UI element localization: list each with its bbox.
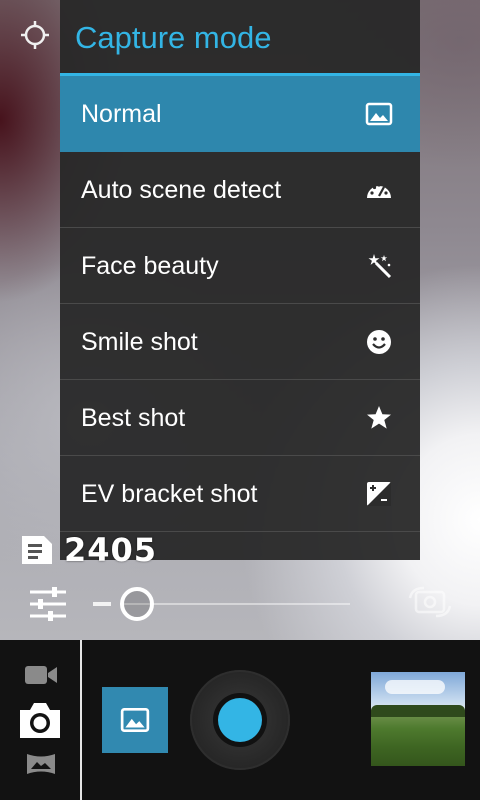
switch-camera-icon[interactable] <box>406 584 454 620</box>
smiley-icon <box>367 330 391 354</box>
menu-item-face-beauty[interactable]: Face beauty <box>60 228 420 304</box>
shutter-dot <box>218 698 262 742</box>
menu-item-label: Auto scene detect <box>81 176 282 204</box>
zoom-minus-icon[interactable] <box>93 602 111 606</box>
focus-crosshair-icon[interactable] <box>20 20 50 50</box>
menu-item-normal[interactable]: Normal <box>60 76 420 152</box>
menu-item-auto-scene-detect[interactable]: Auto scene detect <box>60 152 420 228</box>
landscape-icon <box>120 707 150 733</box>
magic-wand-icon <box>368 254 392 279</box>
thumbnail-cloud <box>385 680 445 694</box>
last-photo-thumbnail[interactable] <box>371 672 465 766</box>
speedometer-icon <box>367 183 391 198</box>
star-icon <box>367 406 391 429</box>
exposure-icon <box>367 482 391 506</box>
menu-item-best-shot[interactable]: Best shot <box>60 380 420 456</box>
camera-icon[interactable] <box>16 700 64 740</box>
sd-card-icon <box>22 536 52 564</box>
menu-title: Capture mode <box>60 0 420 76</box>
panorama-icon[interactable] <box>26 752 56 776</box>
zoom-slider-knob[interactable] <box>120 587 154 621</box>
menu-item-label: Face beauty <box>81 252 219 280</box>
camera-control-bar <box>0 640 480 800</box>
menu-item-ev-bracket-shot[interactable]: EV bracket shot <box>60 456 420 532</box>
remaining-shots: 2405 <box>20 531 158 569</box>
menu-item-smile-shot[interactable]: Smile shot <box>60 304 420 380</box>
zoom-slider-track[interactable] <box>120 603 350 605</box>
remaining-shots-count: 2405 <box>64 531 158 569</box>
mode-switcher[interactable] <box>0 640 82 800</box>
shutter-button[interactable] <box>190 670 290 770</box>
settings-sliders-icon[interactable] <box>28 586 68 622</box>
menu-item-label: Best shot <box>81 404 186 432</box>
landscape-icon <box>365 102 393 126</box>
video-camera-icon[interactable] <box>24 664 58 686</box>
shutter-icon <box>213 693 267 747</box>
capture-mode-menu: Capture mode Normal Auto scene detect Fa… <box>60 0 420 560</box>
current-capture-mode-button[interactable] <box>102 687 168 753</box>
thumbnail-treeline <box>371 705 465 717</box>
menu-item-label: Normal <box>81 100 162 128</box>
menu-item-label: EV bracket shot <box>81 480 258 508</box>
menu-item-label: Smile shot <box>81 328 198 356</box>
